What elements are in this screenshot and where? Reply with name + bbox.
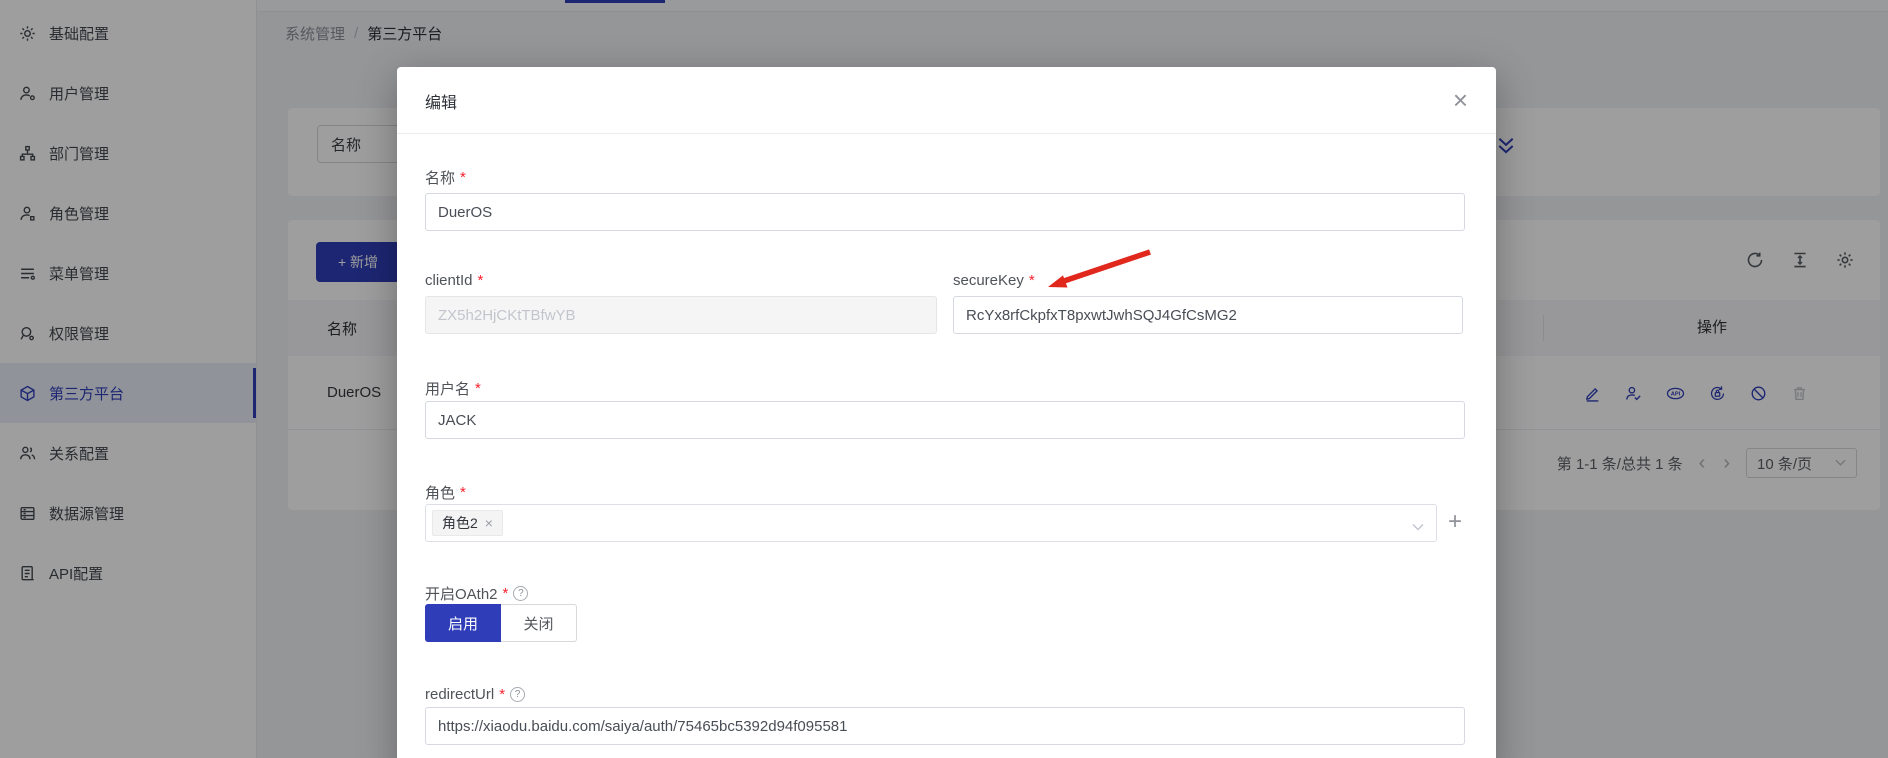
username-input[interactable] [425,401,1465,439]
oauth-toggle: 启用 关闭 [425,604,577,642]
client-id-label: clientId* [425,272,483,289]
dialog-header: 编辑 × [397,67,1496,134]
role-tag: 角色2 × [432,510,503,536]
chevron-down-icon [1412,519,1424,537]
oauth-label: 开启OAth2* ? [425,583,528,604]
required-asterisk: * [499,686,505,703]
username-label: 用户名* [425,378,481,399]
annotation-arrow [1037,245,1162,295]
role-label: 角色* [425,482,466,503]
dialog-title: 编辑 [425,89,457,113]
required-asterisk: * [460,484,466,501]
secure-key-input[interactable] [953,296,1463,334]
close-icon[interactable]: × [1449,83,1472,117]
required-asterisk: * [475,380,481,397]
app-window: 基础配置 用户管理 部门管理 角色管理 菜单管理 权限管理 [0,0,1888,758]
help-question-icon[interactable]: ? [513,586,528,601]
oauth-disable-button[interactable]: 关闭 [501,604,577,642]
client-id-input [425,296,937,334]
remove-tag-icon[interactable]: × [485,515,493,531]
role-tag-label: 角色2 [442,513,478,533]
redirect-url-input[interactable] [425,707,1465,745]
required-asterisk: * [460,169,466,186]
required-asterisk: * [503,585,509,602]
required-asterisk: * [1029,272,1035,289]
help-question-icon[interactable]: ? [510,687,525,702]
edit-dialog: 编辑 × 名称* clientId* secureKey* 用户名* 角色* [397,67,1496,758]
oauth-enable-button[interactable]: 启用 [425,604,501,642]
required-asterisk: * [478,272,484,289]
name-input[interactable] [425,193,1465,231]
secure-key-label: secureKey* [953,272,1035,289]
name-field-label: 名称* [425,167,466,188]
redirect-url-label: redirectUrl* ? [425,686,525,703]
add-role-button[interactable]: + [1448,510,1462,534]
role-select[interactable]: 角色2 × [425,504,1437,542]
